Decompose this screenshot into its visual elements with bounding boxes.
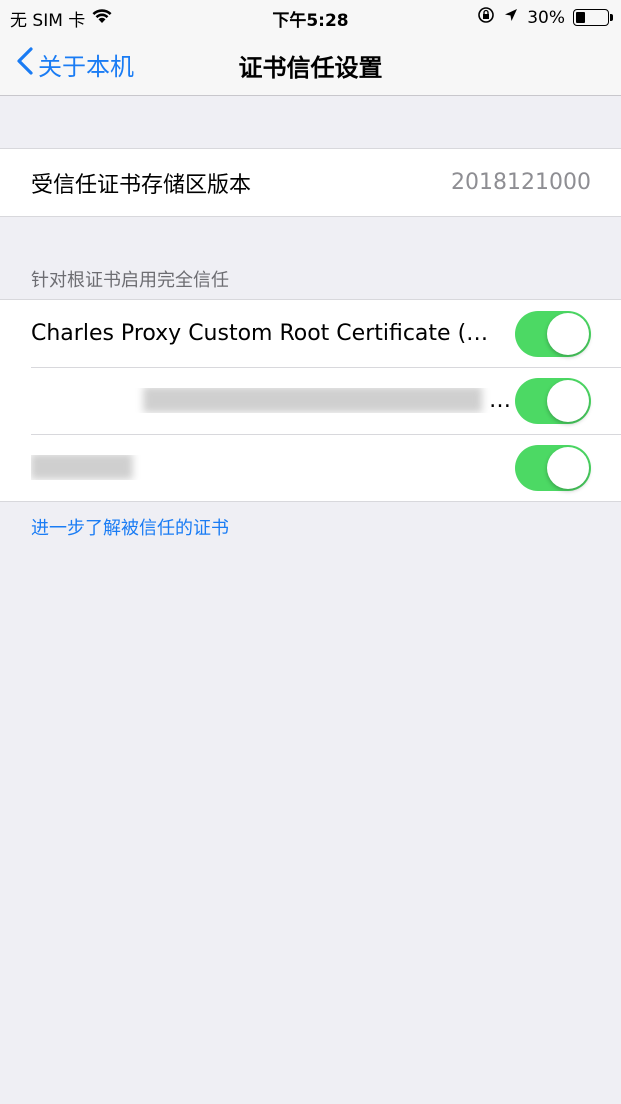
trust-item-label: ██████ — [31, 455, 515, 480]
trust-item-2: ████████████████████ … — [0, 367, 621, 434]
trust-toggle-2[interactable] — [515, 377, 591, 424]
page-title: 证书信任设置 — [238, 54, 383, 82]
store-version-row: 受信任证书存储区版本 2018121000 — [0, 149, 621, 216]
learn-more-link[interactable]: 进一步了解被信任的证书 — [31, 514, 229, 540]
trust-item-label: ████████████████████ … — [31, 388, 515, 413]
toggle-knob — [547, 312, 589, 355]
trust-list: Charles Proxy Custom Root Certificate (…… — [0, 299, 621, 502]
redacted-text: ██████ — [31, 455, 133, 480]
navigation-bar: 关于本机 证书信任设置 — [0, 34, 621, 96]
trust-section-header: 针对根证书启用完全信任 — [31, 270, 229, 291]
trust-toggle-charles[interactable] — [515, 310, 591, 357]
trust-toggle-3[interactable] — [515, 444, 591, 491]
trust-item-charles: Charles Proxy Custom Root Certificate (… — [0, 300, 621, 367]
store-version-label: 受信任证书存储区版本 — [31, 172, 252, 198]
trust-item-label: Charles Proxy Custom Root Certificate (… — [31, 321, 489, 346]
battery-percent: 30% — [527, 7, 565, 28]
trust-item-label-visible: … — [489, 388, 511, 413]
battery-icon — [573, 9, 613, 26]
status-bar: 无 SIM 卡 下午5:28 30% — [0, 0, 621, 34]
store-version-value: 2018121000 — [451, 170, 591, 195]
store-version-group: 受信任证书存储区版本 2018121000 — [0, 148, 621, 217]
location-icon — [503, 7, 519, 28]
toggle-knob — [547, 379, 589, 422]
orientation-lock-icon — [477, 6, 495, 29]
trust-item-3: ██████ — [0, 434, 621, 501]
battery-fill — [576, 12, 585, 23]
toggle-knob — [547, 446, 589, 489]
status-right: 30% — [477, 6, 613, 29]
redacted-text: ████████████████████ — [143, 388, 482, 413]
